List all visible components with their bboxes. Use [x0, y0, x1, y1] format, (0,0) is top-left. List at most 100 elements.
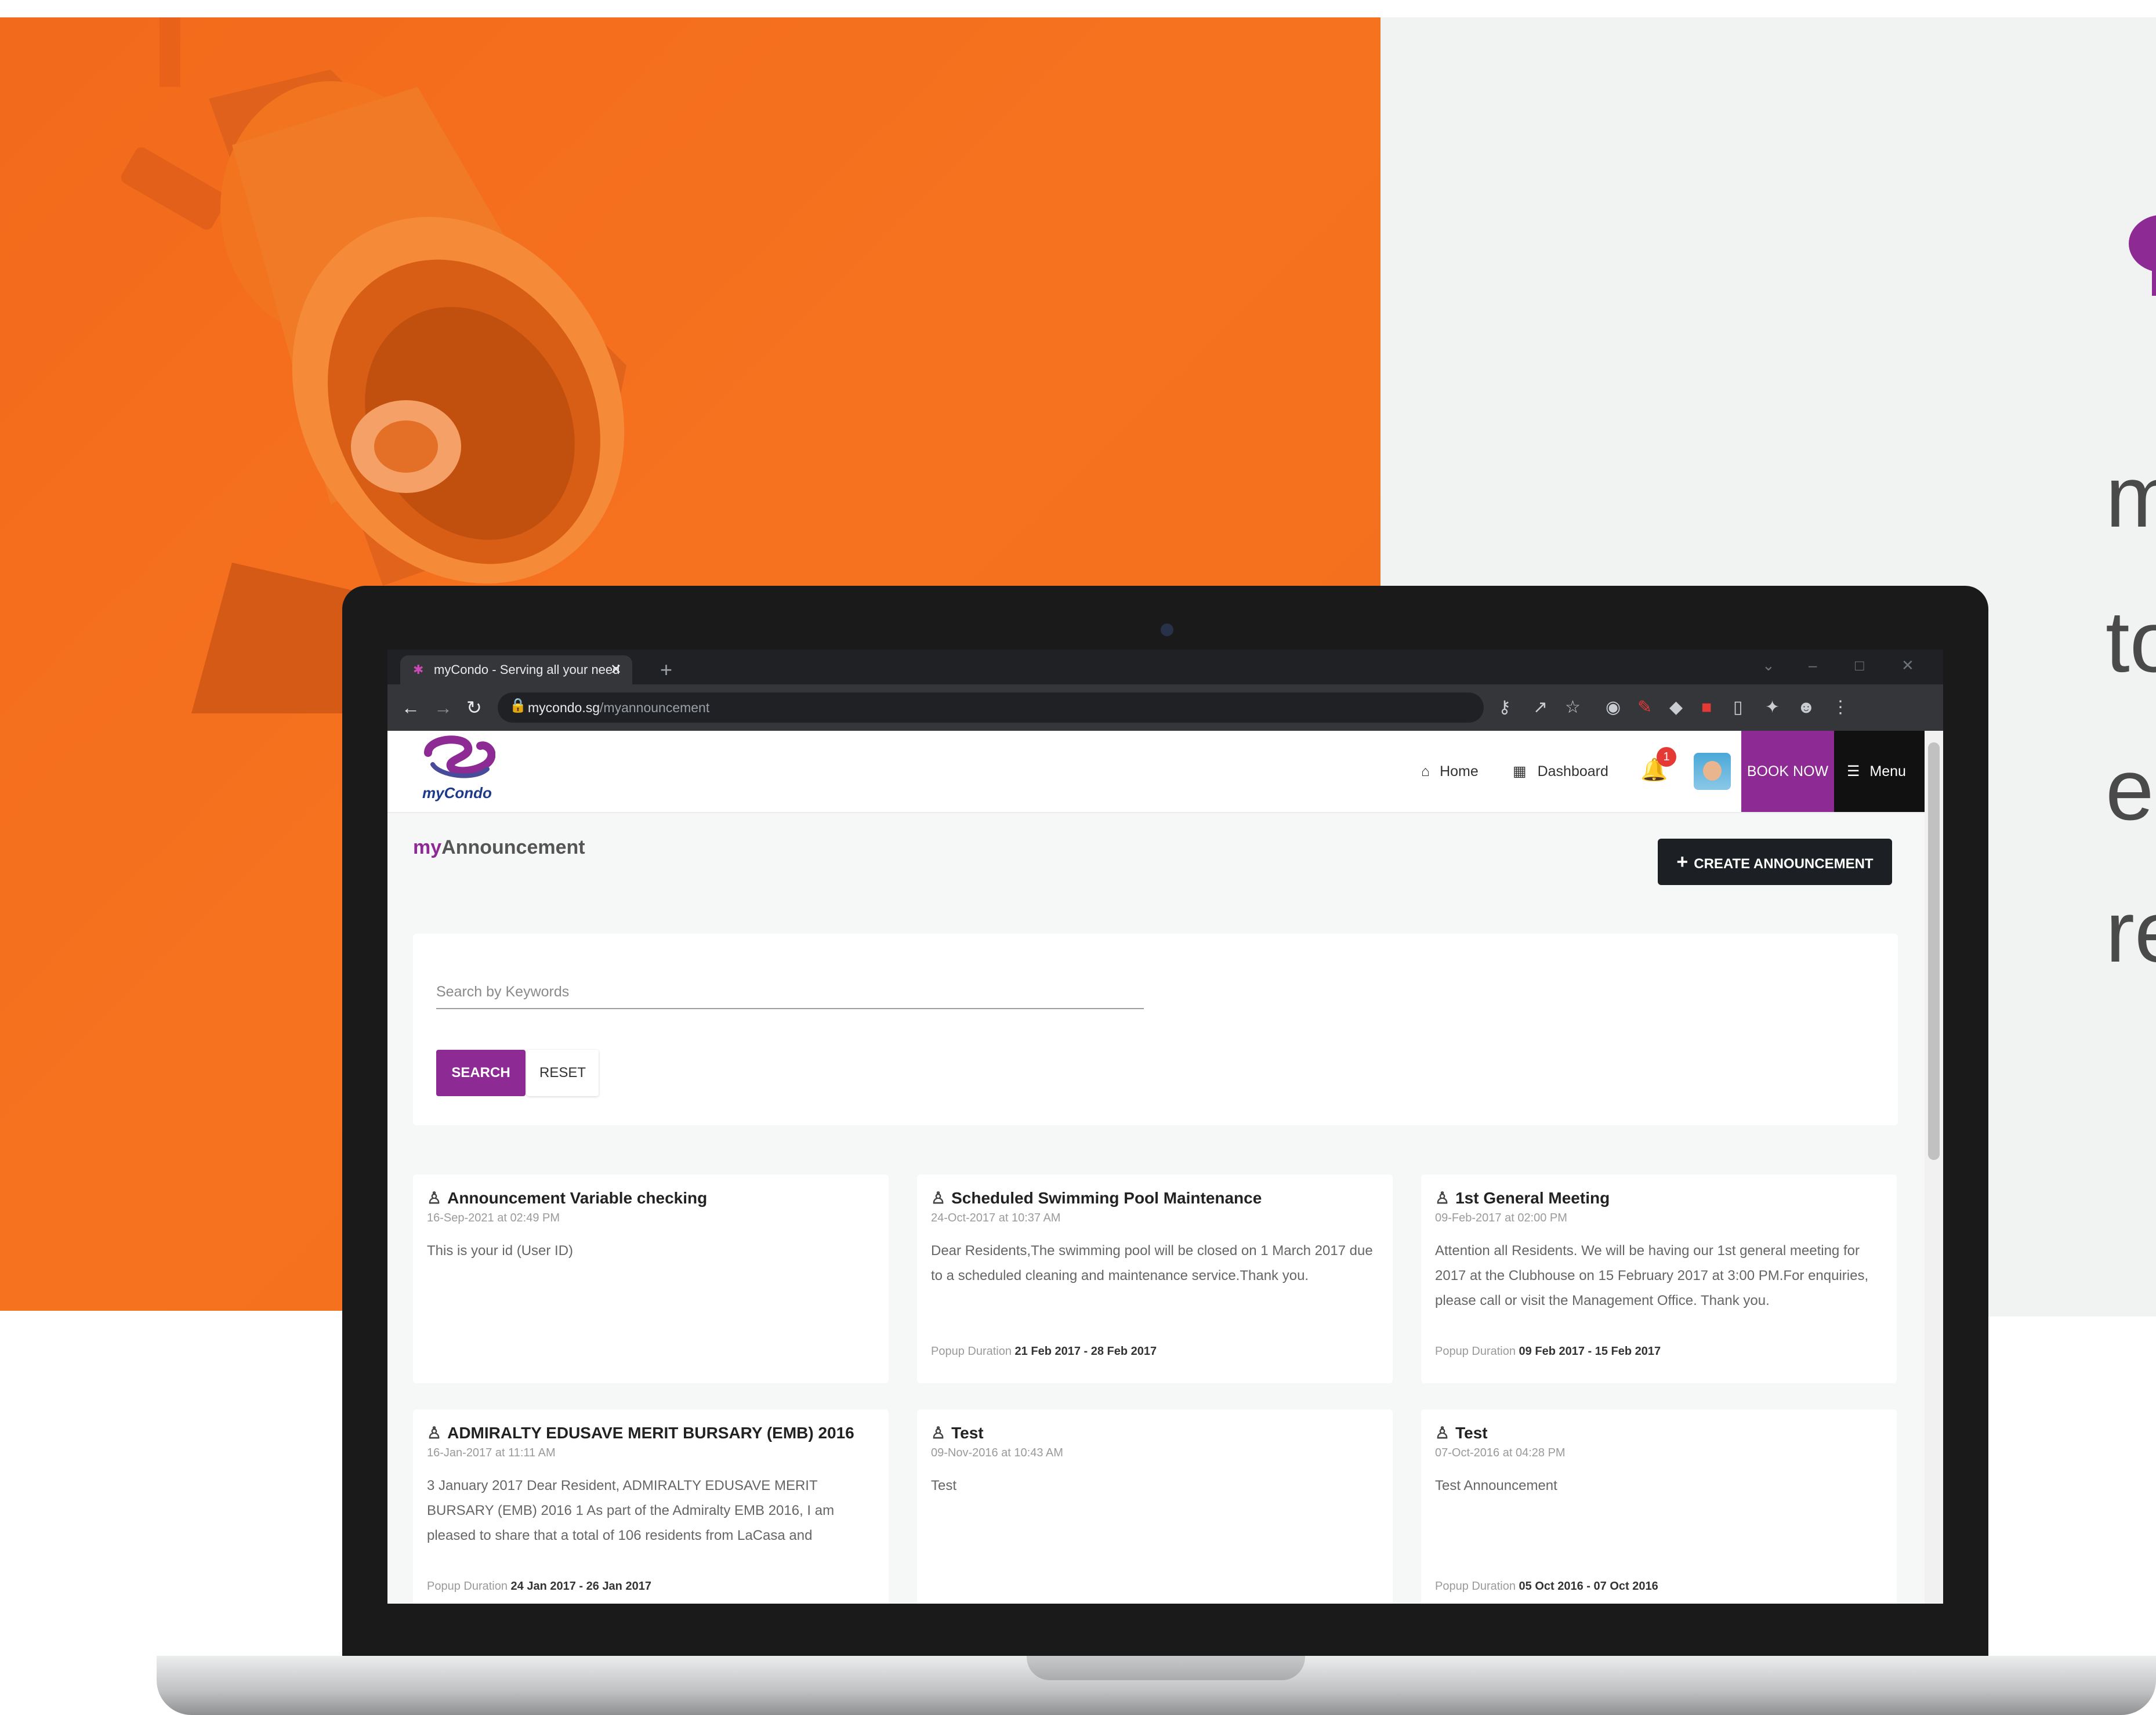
group-icon: ♙	[1435, 1424, 1450, 1442]
new-tab-icon[interactable]: +	[660, 655, 672, 684]
announcement-title-text: Test	[1455, 1424, 1488, 1442]
announcement-title-text: ADMIRALTY EDUSAVE MERIT BURSARY (EMB) 20…	[447, 1424, 854, 1442]
create-announcement-button[interactable]: + CREATE ANNOUNCEMENT	[1658, 839, 1892, 885]
popup-duration-range: 24 Jan 2017 - 26 Jan 2017	[510, 1580, 651, 1593]
avatar[interactable]	[1694, 753, 1731, 790]
chrome-menu-icon[interactable]: ⋮	[1832, 697, 1849, 718]
logo-fragment-icon	[2129, 215, 2156, 296]
search-button[interactable]: SEARCH	[436, 1050, 526, 1096]
extension-3-icon[interactable]: ◆	[1669, 697, 1683, 718]
announcement-date: 16-Jan-2017 at 11:11 AM	[427, 1446, 556, 1459]
popup-duration: Popup Duration 09 Feb 2017 - 15 Feb 2017	[1435, 1345, 1661, 1358]
announcement-body: Test Announcement	[1435, 1478, 1557, 1493]
profile-icon[interactable]: ☻	[1797, 697, 1816, 718]
url-text: mycondo.sg/myannouncement	[528, 692, 709, 723]
page-title-prefix: my	[413, 836, 442, 858]
announcement-title: ♙ Test	[931, 1423, 984, 1442]
announcement-body: Attention all Residents. We will be havi…	[1435, 1243, 1869, 1308]
bookmark-star-icon[interactable]: ☆	[1565, 697, 1581, 718]
home-icon: ⌂	[1421, 763, 1430, 779]
scrollbar-thumb[interactable]	[1928, 742, 1940, 1160]
popup-duration-label: Popup Duration	[931, 1345, 1012, 1358]
close-tab-icon[interactable]: ✕	[610, 655, 622, 684]
side-text-2: to	[2106, 593, 2156, 690]
laptop-screen: ✱ myCondo - Serving all your need ✕ + ⌄ …	[387, 650, 1943, 1604]
announcement-card[interactable]: ♙ Scheduled Swimming Pool Maintenance 24-…	[917, 1174, 1393, 1383]
tab-title: myCondo - Serving all your need	[434, 662, 620, 677]
window-close-icon[interactable]: ✕	[1901, 657, 1914, 675]
minimize-icon[interactable]: –	[1809, 657, 1817, 675]
search-panel: SEARCH RESET	[413, 934, 1898, 1125]
extensions-puzzle-icon[interactable]: ✦	[1765, 697, 1780, 718]
announcement-date: 09-Nov-2016 at 10:43 AM	[931, 1446, 1063, 1459]
hamburger-icon: ☰	[1847, 763, 1860, 779]
popup-duration-range: 21 Feb 2017 - 28 Feb 2017	[1014, 1345, 1157, 1358]
nav-home[interactable]: ⌂ Home	[1421, 731, 1479, 812]
lock-icon: 🔒	[509, 698, 527, 713]
browser-tab[interactable]: ✱ myCondo - Serving all your need ✕	[400, 655, 632, 684]
announcement-title: ♙ Announcement Variable checking	[427, 1188, 707, 1208]
mycondo-logo-icon[interactable]	[422, 735, 495, 782]
announcement-card[interactable]: ♙ Test 07-Oct-2016 at 04:28 PM Test Annou…	[1421, 1409, 1897, 1604]
logo-text: myCondo	[422, 784, 492, 802]
forward-icon[interactable]: →	[434, 695, 452, 720]
nav-dashboard-label: Dashboard	[1537, 763, 1608, 779]
nav-home-label: Home	[1440, 763, 1479, 779]
reset-button[interactable]: RESET	[527, 1050, 599, 1096]
announcement-card[interactable]: ♙ ADMIRALTY EDUSAVE MERIT BURSARY (EMB) 2…	[413, 1409, 889, 1604]
announcement-date: 24-Oct-2017 at 10:37 AM	[931, 1212, 1061, 1224]
announcement-title-text: Test	[951, 1424, 984, 1442]
side-text-4: re	[2106, 883, 2156, 980]
extension-1-icon[interactable]: ◉	[1606, 697, 1621, 718]
group-icon: ♙	[931, 1424, 946, 1442]
key-icon[interactable]: ⚷	[1498, 697, 1511, 718]
tab-search-icon[interactable]: ⌄	[1762, 657, 1775, 675]
group-icon: ♙	[427, 1424, 442, 1442]
app-header: myCondo ⌂ Home ▦ Dashboard 🔔 1 BOOK NOW …	[387, 731, 1925, 813]
maximize-icon[interactable]: □	[1855, 657, 1864, 675]
url-domain: mycondo.sg	[528, 700, 600, 715]
address-bar[interactable]: 🔒 mycondo.sg/myannouncement	[498, 692, 1484, 723]
url-path: /myannouncement	[600, 700, 710, 715]
announcement-card[interactable]: ♙ Announcement Variable checking 16-Sep-2…	[413, 1174, 889, 1383]
popup-duration: Popup Duration 21 Feb 2017 - 28 Feb 2017	[931, 1345, 1157, 1358]
announcement-date: 09-Feb-2017 at 02:00 PM	[1435, 1212, 1567, 1224]
create-announcement-label: CREATE ANNOUNCEMENT	[1694, 856, 1874, 872]
favicon-icon: ✱	[413, 662, 424, 677]
book-now-button[interactable]: BOOK NOW	[1741, 731, 1834, 812]
notification-badge: 1	[1657, 747, 1676, 767]
announcement-title-text: 1st General Meeting	[1455, 1189, 1610, 1207]
side-text-1: m	[2106, 448, 2156, 545]
extension-4-icon[interactable]: ■	[1701, 697, 1712, 718]
page-scrollbar[interactable]	[1925, 731, 1943, 1604]
search-input[interactable]	[436, 976, 1144, 1009]
announcement-title-text: Announcement Variable checking	[447, 1189, 708, 1207]
announcement-title-text: Scheduled Swimming Pool Maintenance	[951, 1189, 1262, 1207]
announcement-card[interactable]: ♙ 1st General Meeting 09-Feb-2017 at 02:0…	[1421, 1174, 1897, 1383]
menu-label: Menu	[1869, 763, 1906, 779]
laptop-notch	[1027, 1656, 1305, 1680]
popup-duration-label: Popup Duration	[1435, 1345, 1516, 1358]
popup-duration-label: Popup Duration	[1435, 1580, 1516, 1593]
reload-icon[interactable]: ↻	[466, 695, 482, 720]
group-icon: ♙	[931, 1189, 946, 1207]
camera-icon	[1161, 623, 1173, 636]
popup-duration-range: 05 Oct 2016 - 07 Oct 2016	[1519, 1580, 1658, 1593]
menu-button[interactable]: ☰ Menu	[1834, 731, 1925, 812]
group-icon: ♙	[1435, 1189, 1450, 1207]
announcement-body: 3 January 2017 Dear Resident, ADMIRALTY …	[427, 1478, 835, 1543]
back-icon[interactable]: ←	[401, 695, 420, 720]
page-title-main: Announcement	[441, 836, 585, 858]
extension-5-icon[interactable]: ▯	[1733, 697, 1743, 718]
nav-dashboard[interactable]: ▦ Dashboard	[1513, 731, 1608, 812]
popup-duration-range: 09 Feb 2017 - 15 Feb 2017	[1519, 1345, 1661, 1358]
browser-tabbar: ✱ myCondo - Serving all your need ✕ + ⌄ …	[387, 650, 1943, 684]
page-title: myAnnouncement	[413, 836, 585, 859]
share-icon[interactable]: ↗	[1533, 697, 1548, 718]
extension-2-icon[interactable]: ✎	[1637, 697, 1652, 718]
announcement-date: 16-Sep-2021 at 02:49 PM	[427, 1212, 560, 1224]
group-icon: ♙	[427, 1189, 442, 1207]
announcement-title: ♙ Test	[1435, 1423, 1488, 1442]
plus-icon: +	[1676, 851, 1688, 873]
announcement-card[interactable]: ♙ Test 09-Nov-2016 at 10:43 AM Test	[917, 1409, 1393, 1604]
